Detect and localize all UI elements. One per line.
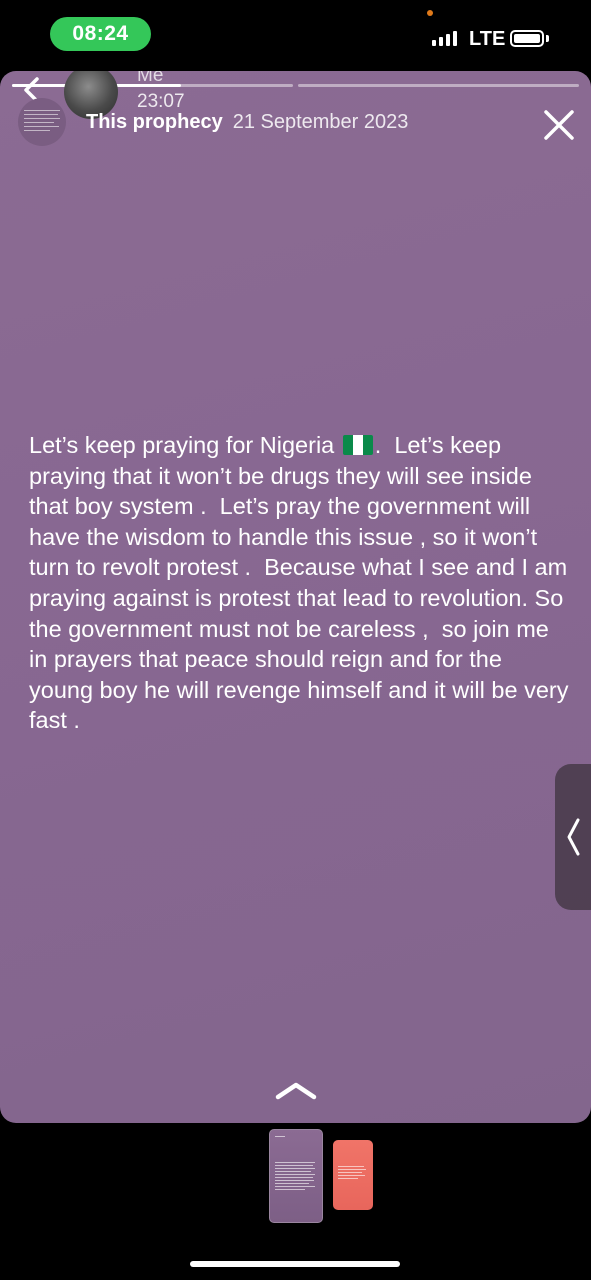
side-panel-tab[interactable] [555, 764, 591, 910]
battery-icon [510, 30, 544, 47]
story-thumbnail-avatar [18, 98, 66, 146]
story-text-rest: . Let’s keep praying that it won’t be dr… [29, 432, 569, 734]
close-icon[interactable] [541, 107, 577, 143]
story-thumbnail-current[interactable] [269, 1129, 323, 1223]
story-title: This prophecy [86, 111, 223, 133]
story-text-start: Let’s keep praying for Nigeria [29, 432, 341, 458]
signal-icon [432, 31, 457, 46]
chevron-up-icon[interactable] [274, 1078, 318, 1102]
story-thumbnail-next[interactable] [333, 1140, 373, 1210]
privacy-indicator-dot [427, 10, 433, 16]
battery-cap [546, 35, 549, 42]
chevron-left-icon [567, 818, 580, 856]
story-date: 21 September 2023 [232, 111, 409, 133]
story-text: Let’s keep praying for Nigeria . Let’s k… [29, 430, 569, 736]
network-type: LTE [469, 28, 506, 50]
status-time: 08:24 [50, 17, 151, 51]
home-indicator[interactable] [190, 1261, 400, 1267]
author-name: Me [137, 71, 164, 86]
nigeria-flag-icon [342, 435, 373, 455]
story-subtitle: This prophecy 21 September 2023 [86, 111, 408, 134]
story-card[interactable]: Me 23:07 This prophecy 21 September 2023 … [0, 71, 591, 1123]
progress-segment-2 [298, 84, 579, 87]
posted-time: 23:07 [137, 91, 185, 112]
